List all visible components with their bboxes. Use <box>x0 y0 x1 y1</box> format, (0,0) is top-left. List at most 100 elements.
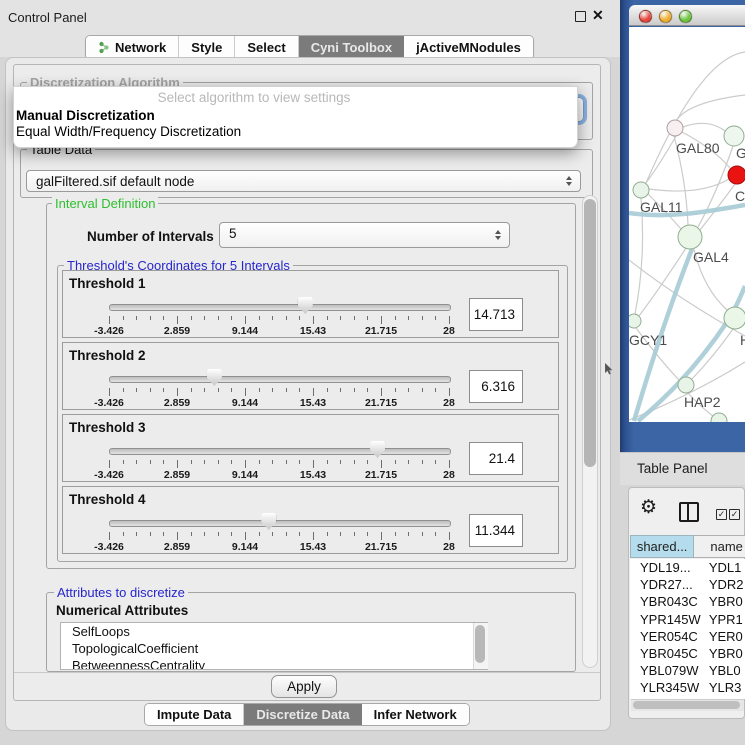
table-data-combobox[interactable]: galFiltered.sif default node <box>26 170 581 192</box>
table-row[interactable]: YDL19...YDL1 <box>630 559 745 576</box>
float-window-icon[interactable] <box>575 11 586 22</box>
close-icon[interactable]: ✕ <box>592 7 604 24</box>
tick-mark <box>245 316 246 324</box>
tick-mark <box>204 460 205 464</box>
tick-mark <box>354 316 355 320</box>
table-row[interactable]: YBR043CYBR0 <box>630 593 745 610</box>
tick-mark <box>299 316 300 320</box>
number-of-intervals-spinner[interactable]: 5 <box>219 222 510 248</box>
network-edge <box>646 136 676 183</box>
threshold-label: Threshold 2 <box>69 348 146 363</box>
panel-scrollbar-thumb[interactable] <box>584 199 596 467</box>
tab-cyni-toolbox[interactable]: Cyni Toolbox <box>299 36 404 59</box>
threshold-block-3: Threshold 3-3.4262.8599.14415.4321.71528… <box>62 414 559 482</box>
network-node-h[interactable] <box>724 307 745 329</box>
slider-track[interactable] <box>109 448 451 455</box>
slider-thumb[interactable] <box>298 297 313 314</box>
network-node-c[interactable] <box>728 166 745 184</box>
network-node[interactable] <box>711 413 727 422</box>
tick-label: -3.426 <box>77 397 141 409</box>
threshold-value-field[interactable]: 14.713 <box>469 298 523 331</box>
tick-mark <box>177 460 178 468</box>
tick-mark <box>191 532 192 536</box>
column-header-shared-name[interactable]: shared... <box>630 535 694 558</box>
minimize-traffic-light[interactable] <box>659 10 672 23</box>
threshold-value-field[interactable]: 11.344 <box>469 514 523 547</box>
tick-mark <box>435 388 436 392</box>
algorithm-dropdown-popup: Select algorithm to view settings Manual… <box>13 86 578 148</box>
slider-track[interactable] <box>109 376 451 383</box>
tab-label: Style <box>191 37 222 59</box>
tick-mark <box>408 388 409 392</box>
network-node-gal4[interactable] <box>678 225 702 249</box>
tick-mark <box>381 316 382 324</box>
tab-jactivemnodules[interactable]: jActiveMNodules <box>404 36 533 59</box>
network-node-gal11[interactable] <box>633 182 649 198</box>
tick-mark <box>299 388 300 392</box>
tab-infer-network[interactable]: Infer Network <box>362 704 469 725</box>
network-view-canvas[interactable]: GAL80GACGAL11GAL4GCY1HHAP2 <box>629 27 745 422</box>
attribute-item[interactable]: SelfLoops <box>61 623 487 640</box>
table-row[interactable]: YDR27...YDR2 <box>630 576 745 593</box>
table-row[interactable]: YER054CYER0 <box>630 628 745 645</box>
node-label: GAL80 <box>676 140 720 156</box>
node-label: H <box>740 332 745 348</box>
tab-discretize-data[interactable]: Discretize Data <box>244 704 361 725</box>
tick-mark <box>299 460 300 464</box>
attribute-item[interactable]: TopologicalCoefficient <box>61 640 487 657</box>
tick-mark <box>259 460 260 464</box>
cyni-mode-tabs: Impute DataDiscretize DataInfer Network <box>144 703 470 726</box>
table-row[interactable]: YBL079WYBL0 <box>630 662 745 679</box>
list-scrollbar-thumb[interactable] <box>475 625 485 663</box>
tick-mark <box>313 460 314 468</box>
tick-label: 15.43 <box>281 469 345 481</box>
table-row[interactable]: YBR045CYBR0 <box>630 645 745 662</box>
tab-label: Select <box>247 37 285 59</box>
network-node-gal80[interactable] <box>667 120 683 136</box>
tick-mark <box>408 460 409 464</box>
tab-impute-data[interactable]: Impute Data <box>145 704 244 725</box>
table-hscrollbar-thumb[interactable] <box>633 701 740 709</box>
network-node-hap2[interactable] <box>678 377 694 393</box>
tab-label: Cyni Toolbox <box>311 37 392 59</box>
node-label: C <box>735 188 745 204</box>
tab-style[interactable]: Style <box>179 36 235 59</box>
attribute-item[interactable]: BetweennessCentrality <box>61 657 487 670</box>
gear-icon[interactable]: ⚙ <box>640 498 657 518</box>
tick-mark <box>286 460 287 464</box>
table-row[interactable]: YLR345WYLR3 <box>630 679 745 696</box>
combo-updown-icon[interactable] <box>566 176 572 186</box>
algorithm-option-equal-width-frequency-discretization[interactable]: Equal Width/Frequency Discretization <box>15 124 575 140</box>
zoom-traffic-light[interactable] <box>679 10 692 23</box>
slider-thumb[interactable] <box>207 369 222 386</box>
tick-mark <box>109 316 110 324</box>
cell-shared-name: YLR345W <box>630 679 704 696</box>
algorithm-option-manual-discretization[interactable]: Manual Discretization <box>15 108 575 124</box>
apply-button[interactable]: Apply <box>271 675 337 698</box>
network-node-gcy1[interactable] <box>629 314 641 328</box>
numerical-attributes-list[interactable]: SelfLoopsTopologicalCoefficientBetweenne… <box>60 622 488 670</box>
columns-icon[interactable] <box>679 502 699 522</box>
table-row[interactable]: YPR145WYPR1 <box>630 611 745 628</box>
threshold-block-4: Threshold 4-3.4262.8599.14415.4321.71528… <box>62 486 559 554</box>
tick-mark <box>136 460 137 464</box>
slider-thumb[interactable] <box>261 513 276 530</box>
slider-thumb[interactable] <box>370 441 385 458</box>
slider-track[interactable] <box>109 520 451 527</box>
tick-mark <box>191 460 192 464</box>
tab-select[interactable]: Select <box>235 36 298 59</box>
close-traffic-light[interactable] <box>639 10 652 23</box>
network-node-ga[interactable] <box>724 126 744 146</box>
tick-mark <box>299 532 300 536</box>
tick-mark <box>286 532 287 536</box>
tick-mark <box>191 316 192 320</box>
checkbox-icon[interactable]: ✓ <box>729 509 740 520</box>
slider-track[interactable] <box>109 304 451 311</box>
checkbox-icon[interactable]: ✓ <box>716 509 727 520</box>
tick-mark <box>123 532 124 536</box>
column-header-name[interactable]: name <box>694 535 745 558</box>
threshold-value-field[interactable]: 21.4 <box>469 442 523 475</box>
threshold-value-field[interactable]: 6.316 <box>469 370 523 403</box>
tab-network[interactable]: Network <box>86 36 179 59</box>
spinner-updown-icon[interactable] <box>495 230 501 240</box>
